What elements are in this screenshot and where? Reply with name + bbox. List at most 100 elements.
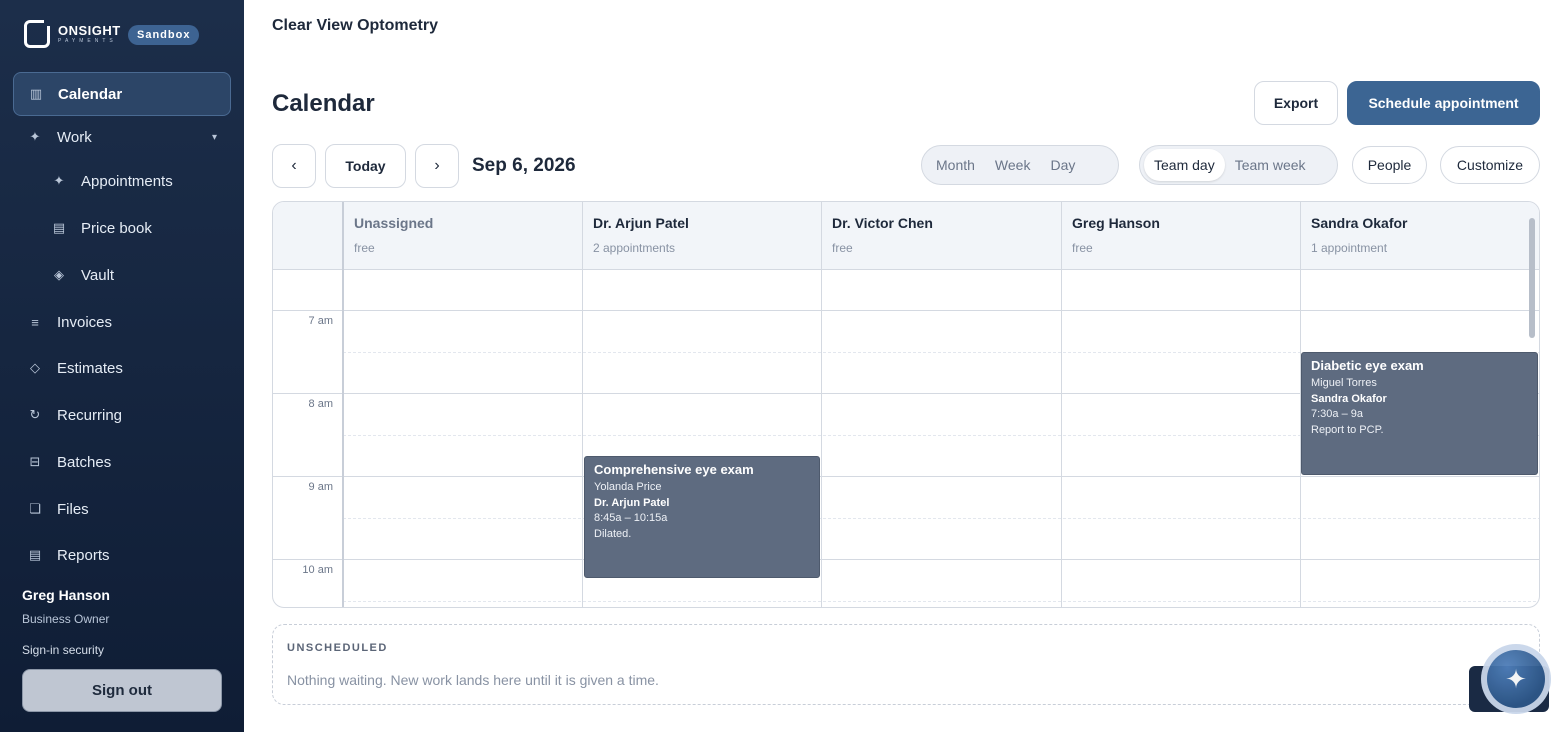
column-divider <box>582 202 583 607</box>
hour-line <box>273 476 1539 477</box>
sidebar-item-calendar[interactable]: ▥ Calendar <box>13 72 231 116</box>
sidebar-item-invoices[interactable]: ≡ Invoices <box>13 300 231 344</box>
sidebar-item-label: Files <box>57 500 89 518</box>
calendar-grid-icon: ▥ <box>29 86 43 101</box>
appointment-event[interactable]: Comprehensive eye exam Yolanda Price Dr.… <box>584 456 820 578</box>
column-header-arjun-patel: Dr. Arjun Patel 2 appointments <box>583 202 822 269</box>
column-divider <box>1061 202 1062 607</box>
sidebar-item-label: Reports <box>57 546 110 564</box>
column-header-greg-hanson: Greg Hanson free <box>1062 202 1301 269</box>
view-team-week[interactable]: Team week <box>1225 149 1316 181</box>
logo-mark-icon <box>24 18 52 48</box>
sidebar-item-label: Batches <box>57 453 112 471</box>
batch-icon: ⊟ <box>29 454 41 469</box>
team-view-switcher: Team day Team week <box>1139 145 1338 185</box>
sidebar-item-label: Appointments <box>81 172 173 190</box>
sidebar-item-reports[interactable]: ▤ Reports <box>13 533 231 577</box>
view-week[interactable]: Week <box>985 149 1041 181</box>
sparkle-icon: ✦ <box>53 173 65 188</box>
column-summary: free <box>354 241 375 255</box>
today-button[interactable]: Today <box>325 144 406 188</box>
event-provider: Sandra Okafor <box>1311 393 1387 405</box>
hour-line <box>273 559 1539 560</box>
sidebar-item-label: Recurring <box>57 406 123 424</box>
sidebar-item-price-book[interactable]: ▤ Price book <box>37 206 231 250</box>
half-hour-line <box>343 518 1539 519</box>
schedule-appointment-button[interactable]: Schedule appointment <box>1347 81 1540 125</box>
unscheduled-title: UNSCHEDULED <box>287 642 388 654</box>
team-day-grid: Unassigned free Dr. Arjun Patel 2 appoin… <box>272 201 1540 608</box>
sidebar-item-estimates[interactable]: ◇ Estimates <box>13 346 231 390</box>
column-summary: free <box>1072 241 1093 255</box>
row-divider <box>273 269 1539 270</box>
column-name: Dr. Arjun Patel <box>593 215 689 231</box>
file-icon: ❏ <box>29 501 41 516</box>
column-summary: free <box>832 241 853 255</box>
sidebar-item-label: Price book <box>81 219 152 237</box>
time-label: 10 am <box>302 564 333 576</box>
sign-in-security-link[interactable]: Sign-in security <box>22 643 104 657</box>
hour-line <box>273 310 1539 311</box>
grid-scrollbar[interactable] <box>1529 218 1535 338</box>
sidebar-item-recurring[interactable]: ↻ Recurring <box>13 393 231 437</box>
sidebar-item-label: Estimates <box>57 359 123 377</box>
unscheduled-panel: UNSCHEDULED Nothing waiting. New work la… <box>272 624 1540 705</box>
brand-sub: PAYMENTS <box>58 38 117 44</box>
event-client: Miguel Torres <box>1311 377 1377 389</box>
event-provider: Dr. Arjun Patel <box>594 497 670 509</box>
column-header-unassigned: Unassigned free <box>344 202 583 269</box>
sidebar-item-files[interactable]: ❏ Files <box>13 487 231 531</box>
time-label: 8 am <box>308 398 333 410</box>
view-team-day[interactable]: Team day <box>1144 149 1225 181</box>
report-icon: ▤ <box>28 547 42 562</box>
column-name: Sandra Okafor <box>1311 215 1408 231</box>
column-summary: 1 appointment <box>1311 241 1388 255</box>
view-switcher: Month Week Day <box>921 145 1119 185</box>
sparkle-icon: ✦ <box>29 129 41 144</box>
export-button[interactable]: Export <box>1254 81 1338 125</box>
view-month[interactable]: Month <box>926 149 985 181</box>
refresh-icon: ↻ <box>29 407 41 422</box>
sidebar-item-appointments[interactable]: ✦ Appointments <box>37 159 231 203</box>
brand-logo[interactable]: ONSIGHT PAYMENTS <box>24 18 121 48</box>
column-header-sandra-okafor: Sandra Okafor 1 appointment <box>1301 202 1539 269</box>
customize-button[interactable]: Customize <box>1440 146 1540 184</box>
people-button[interactable]: People <box>1352 146 1427 184</box>
brand-name: ONSIGHT <box>58 23 121 38</box>
sidebar-item-label: Vault <box>81 266 115 284</box>
column-divider <box>821 202 822 607</box>
column-header-victor-chen: Dr. Victor Chen free <box>822 202 1062 269</box>
sidebar-item-label: Invoices <box>57 313 113 331</box>
page-title: Calendar <box>272 90 375 117</box>
book-icon: ▤ <box>52 220 66 235</box>
view-day[interactable]: Day <box>1040 149 1085 181</box>
diamond-icon: ◇ <box>30 360 40 375</box>
sparkle-icon: ✦ <box>1487 650 1545 708</box>
vault-diamond-icon: ◈ <box>54 267 64 282</box>
time-label: 7 am <box>308 315 333 327</box>
org-title: Clear View Optometry <box>272 17 438 34</box>
chevron-down-icon: ▾ <box>211 131 217 143</box>
sign-out-button[interactable]: Sign out <box>22 669 222 712</box>
unscheduled-empty-text: Nothing waiting. New work lands here unt… <box>287 672 659 688</box>
event-title: Diabetic eye exam <box>1311 358 1424 373</box>
appointment-event[interactable]: Diabetic eye exam Miguel Torres Sandra O… <box>1301 352 1538 475</box>
half-hour-line <box>343 601 1539 602</box>
column-name: Greg Hanson <box>1072 215 1160 231</box>
sidebar-item-label: Calendar <box>58 85 123 103</box>
current-date: Sep 6, 2026 <box>472 155 576 176</box>
time-gutter-divider <box>342 202 344 607</box>
column-summary: 2 appointments <box>593 241 676 255</box>
sandbox-badge: Sandbox <box>128 25 200 45</box>
assistant-fab[interactable]: ✦ <box>1481 644 1551 714</box>
sidebar-item-batches[interactable]: ⊟ Batches <box>13 440 231 484</box>
next-day-button[interactable]: › <box>415 144 459 188</box>
prev-day-button[interactable]: ‹ <box>272 144 316 188</box>
sidebar-item-label: Work <box>57 128 92 146</box>
time-label: 9 am <box>308 481 333 493</box>
sidebar-item-vault[interactable]: ◈ Vault <box>37 253 231 297</box>
sidebar: ONSIGHT PAYMENTS Sandbox ▥ Calendar ✦ Wo… <box>0 0 244 732</box>
sidebar-item-work[interactable]: ✦ Work ▾ <box>13 115 231 159</box>
user-name: Greg Hanson <box>22 587 110 603</box>
column-name: Unassigned <box>354 215 434 231</box>
